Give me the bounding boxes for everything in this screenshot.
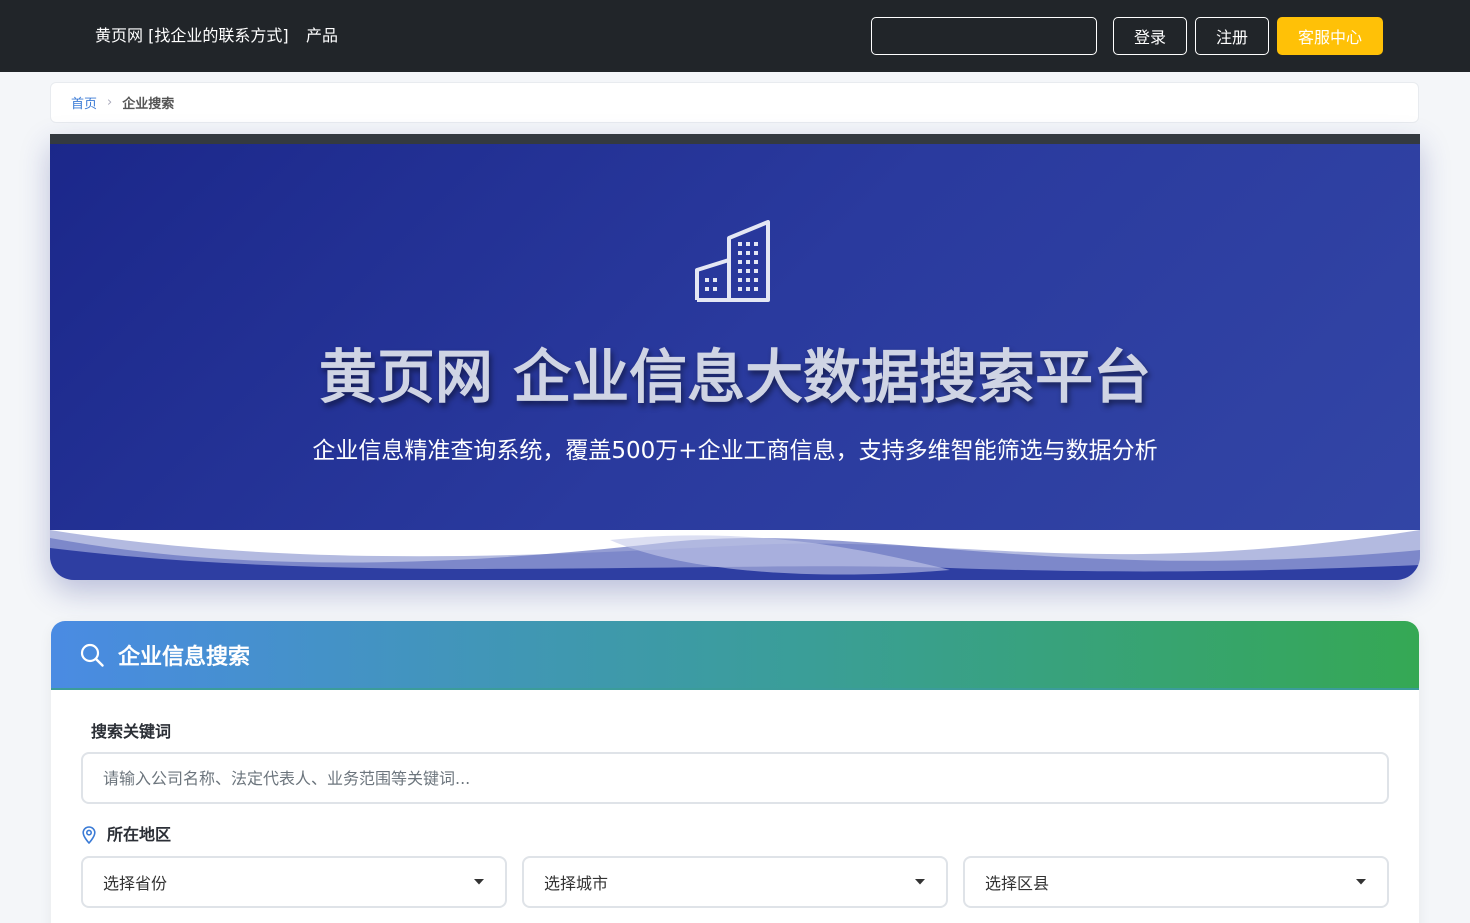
support-center-button[interactable]: 客服中心 <box>1277 17 1383 55</box>
nav-link-products[interactable]: 产品 <box>306 24 338 48</box>
chevron-down-icon <box>915 879 925 885</box>
building-icon <box>695 220 770 302</box>
breadcrumb-current: 企业搜索 <box>122 97 175 112</box>
keyword-search-input[interactable] <box>81 752 1389 804</box>
top-navbar: 黄页网 [找企业的联系方式] 产品 登录 注册 客服中心 <box>0 0 1470 72</box>
region-label: 所在地区 <box>107 825 172 844</box>
breadcrumb-home-link[interactable]: 首页 <box>71 93 97 112</box>
nav-search-input[interactable] <box>871 17 1097 55</box>
map-pin-icon <box>82 826 96 844</box>
district-select[interactable]: 选择区县 <box>963 856 1389 908</box>
search-icon <box>80 643 104 667</box>
breadcrumb-separator-icon: › <box>107 95 113 110</box>
keyword-label: 搜索关键词 <box>91 722 172 741</box>
city-select-value: 选择城市 <box>544 874 609 893</box>
chevron-down-icon <box>1356 879 1366 885</box>
register-button[interactable]: 注册 <box>1195 17 1269 55</box>
brand-logo-link[interactable]: 黄页网 [找企业的联系方式] <box>95 24 289 48</box>
search-card: 企业信息搜索 搜索关键词 所在地区 选择省份 选择城市 选择区县 <box>51 621 1419 923</box>
search-card-title: 企业信息搜索 <box>118 644 251 670</box>
city-select[interactable]: 选择城市 <box>522 856 948 908</box>
search-card-header: 企业信息搜索 <box>51 621 1419 690</box>
hero-title: 黄页网 企业信息大数据搜索平台 <box>318 343 1152 411</box>
hero-wave-decoration <box>50 530 1420 580</box>
hero-top-strip <box>50 134 1420 144</box>
hero-banner: 黄页网 企业信息大数据搜索平台 企业信息精准查询系统，覆盖500万+企业工商信息… <box>50 134 1420 580</box>
hero-subtitle: 企业信息精准查询系统，覆盖500万+企业工商信息，支持多维智能筛选与数据分析 <box>312 438 1158 464</box>
chevron-down-icon <box>474 879 484 885</box>
province-select-value: 选择省份 <box>103 874 168 893</box>
district-select-value: 选择区县 <box>985 874 1050 893</box>
login-button[interactable]: 登录 <box>1113 17 1187 55</box>
breadcrumb: 首页 › 企业搜索 <box>50 82 1419 123</box>
province-select[interactable]: 选择省份 <box>81 856 507 908</box>
